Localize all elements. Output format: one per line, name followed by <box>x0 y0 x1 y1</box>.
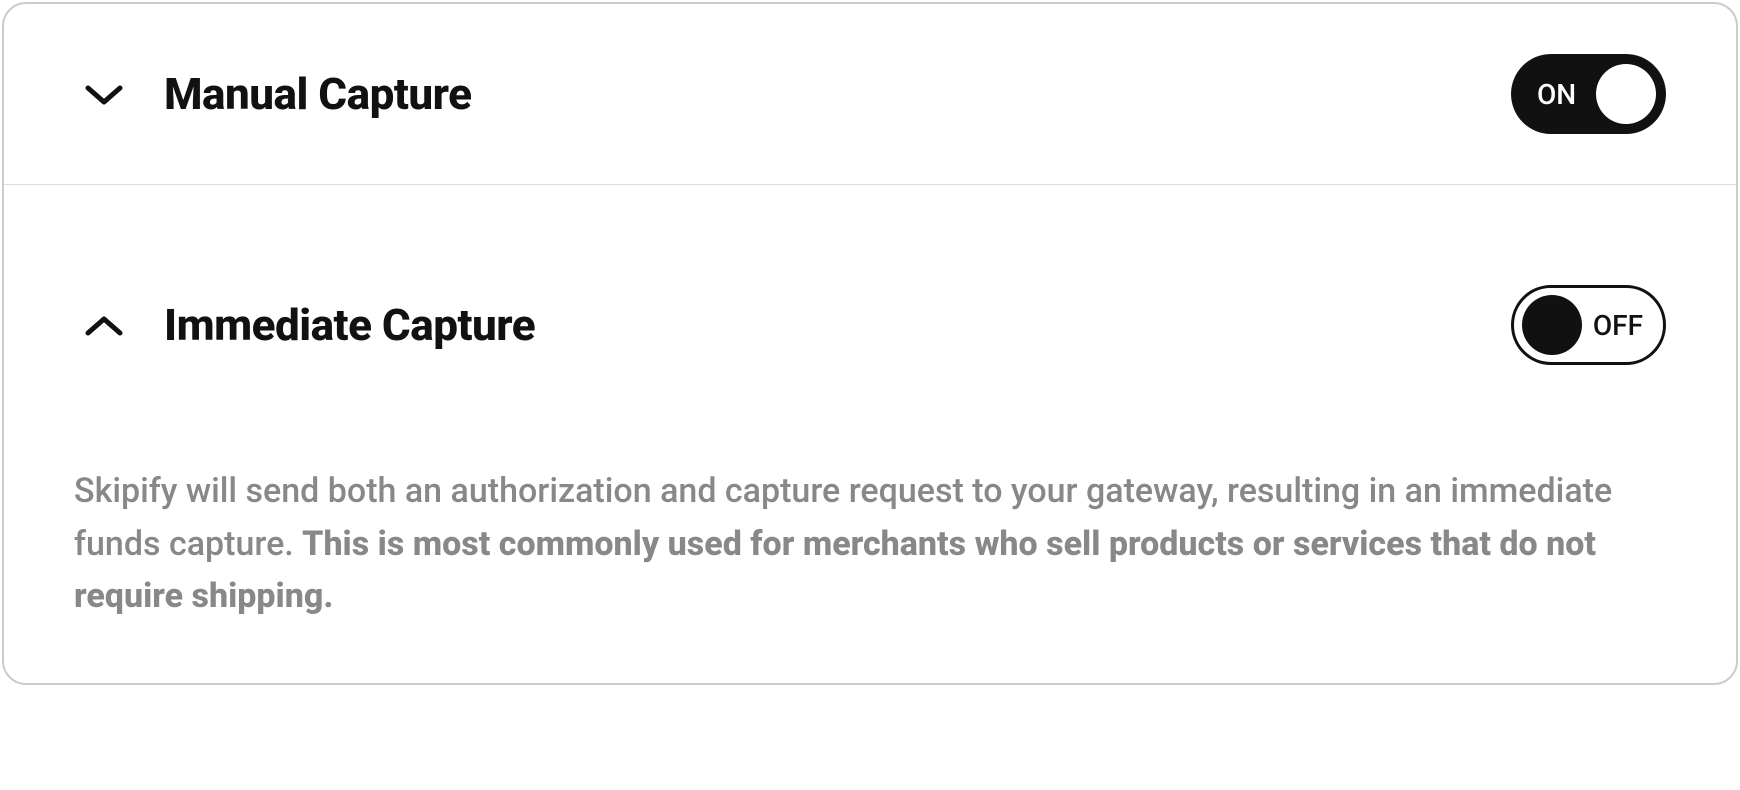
section-manual-capture: Manual Capture ON <box>4 4 1736 184</box>
toggle-knob-manual <box>1596 64 1656 124</box>
section-title-immediate: Immediate Capture <box>164 299 535 351</box>
toggle-label-immediate: OFF <box>1593 309 1643 342</box>
settings-panel: Manual Capture ON Immediate Capture OFF <box>2 2 1738 685</box>
toggle-manual-capture[interactable]: ON <box>1511 54 1666 134</box>
toggle-label-manual: ON <box>1537 78 1576 111</box>
section-title-manual: Manual Capture <box>164 68 472 120</box>
section-header-immediate-capture[interactable]: Immediate Capture OFF <box>4 185 1736 435</box>
section-body-immediate: Skipify will send both an authorization … <box>4 435 1736 683</box>
toggle-knob-immediate <box>1522 295 1582 355</box>
description-immediate: Skipify will send both an authorization … <box>74 465 1666 623</box>
chevron-up-icon <box>84 305 124 345</box>
header-left-immediate: Immediate Capture <box>84 299 535 351</box>
section-immediate-capture: Immediate Capture OFF Skipify will send … <box>4 185 1736 683</box>
description-bold-text: This is most commonly used for merchants… <box>74 524 1596 617</box>
chevron-down-icon <box>84 74 124 114</box>
header-left-manual: Manual Capture <box>84 68 472 120</box>
section-header-manual-capture[interactable]: Manual Capture ON <box>4 4 1736 184</box>
toggle-immediate-capture[interactable]: OFF <box>1511 285 1666 365</box>
